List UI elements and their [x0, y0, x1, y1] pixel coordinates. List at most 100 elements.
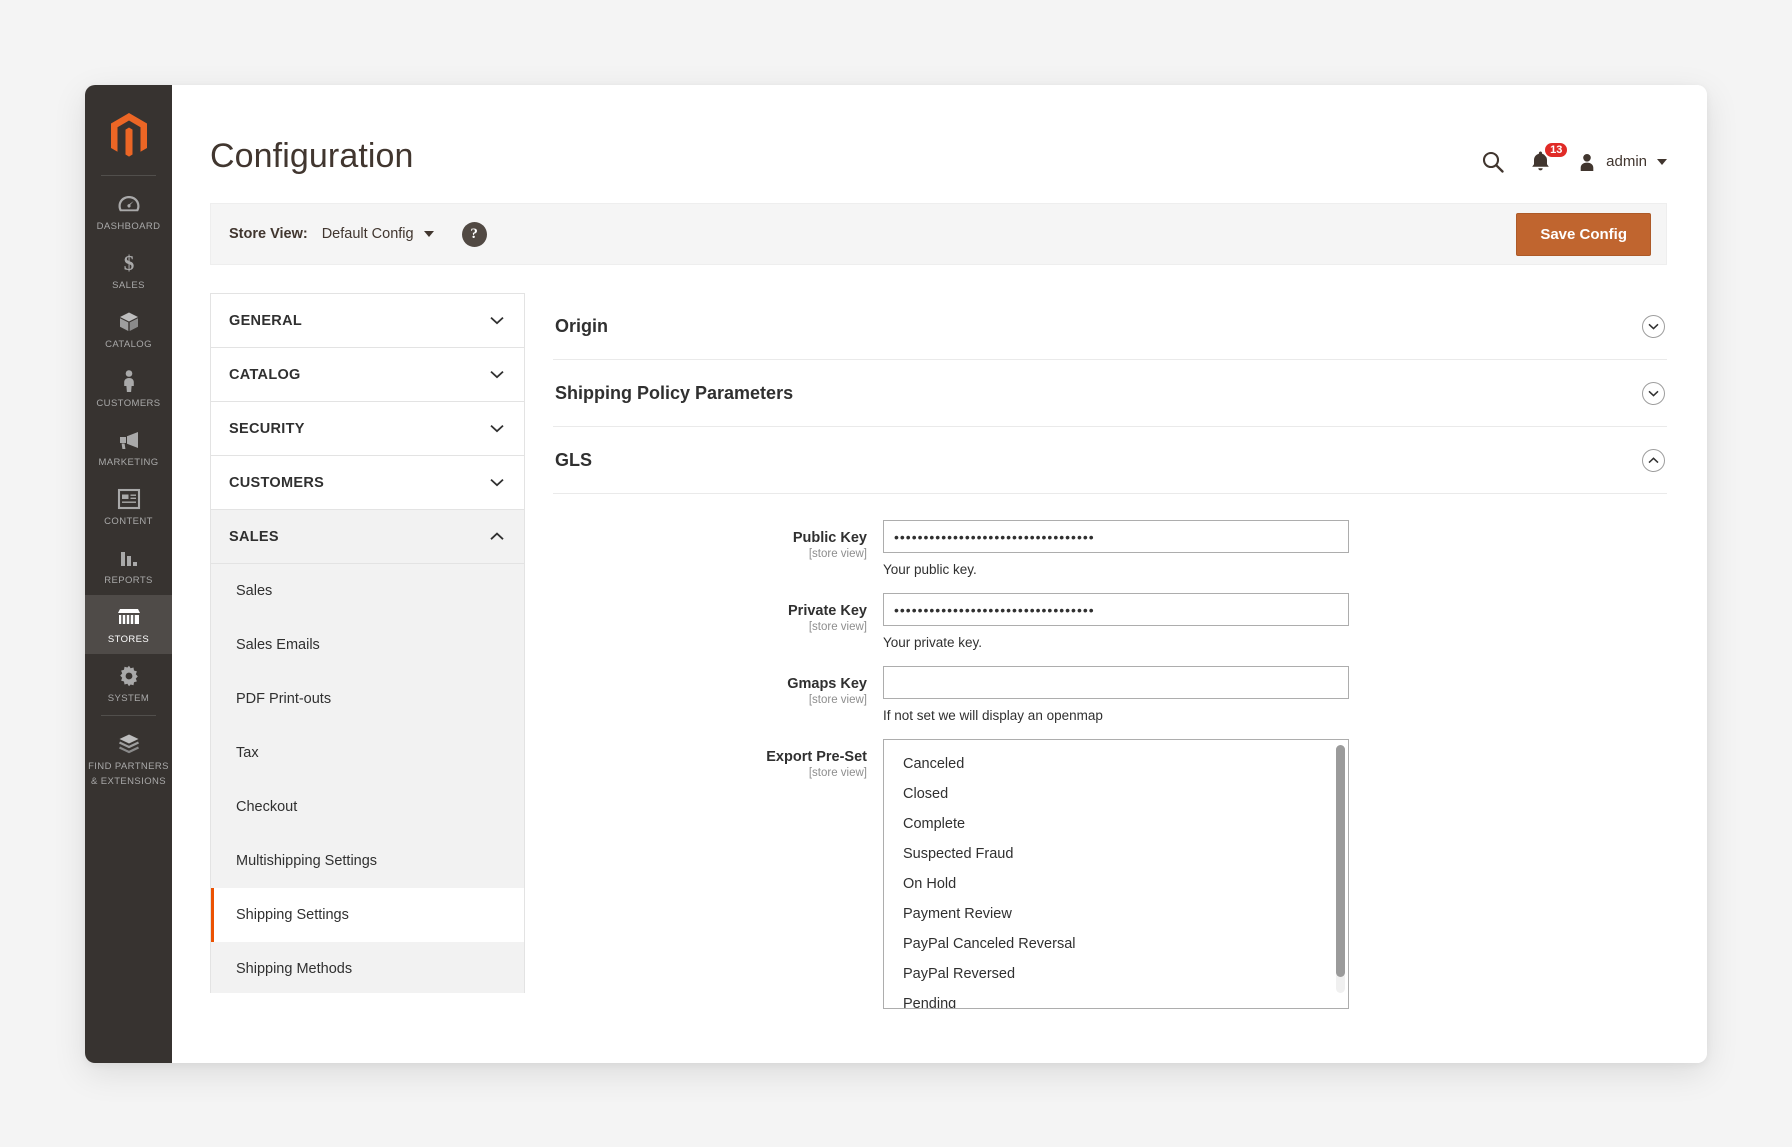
section-shipping-policy-parameters[interactable]: Shipping Policy Parameters	[553, 360, 1667, 427]
accordion-label: SALES	[229, 528, 279, 545]
field-label-text: Export Pre-Set	[766, 749, 867, 765]
section-gls[interactable]: GLS	[553, 427, 1667, 494]
field-note: Your public key.	[883, 562, 977, 577]
sidebar-item-shipping-methods[interactable]: Shipping Methods	[211, 942, 524, 993]
save-config-button[interactable]: Save Config	[1516, 212, 1651, 256]
settings-panel: Origin Shipping Policy Parameters GLS Pu…	[553, 293, 1707, 1009]
sidebar-item-system[interactable]: SYSTEM	[85, 654, 172, 713]
magento-logo-icon	[110, 113, 147, 157]
sidebar-item-reports[interactable]: REPORTS	[85, 536, 172, 595]
list-item[interactable]: Pending	[884, 989, 1348, 1008]
nav-divider-bottom	[101, 715, 156, 716]
gmaps-key-input[interactable]	[883, 666, 1349, 699]
sidebar-item-customers[interactable]: CUSTOMERS	[85, 359, 172, 418]
sidebar-item-label: STORES	[107, 634, 150, 645]
layout-icon	[116, 486, 142, 512]
list-item[interactable]: Suspected Fraud	[884, 839, 1348, 869]
field-label: Public Key [store view]	[553, 520, 883, 579]
sidebar-item-label: DASHBOARD	[96, 221, 161, 232]
sidebar-item-content[interactable]: CONTENT	[85, 477, 172, 536]
help-icon[interactable]: ?	[461, 221, 487, 247]
chevron-down-icon	[1657, 158, 1667, 165]
gear-icon	[116, 663, 142, 689]
nav-divider-top	[101, 175, 156, 176]
magento-logo[interactable]	[85, 99, 172, 173]
field-scope-text: [store view]	[808, 548, 867, 560]
notifications-bell[interactable]: 13	[1530, 141, 1570, 173]
user-menu[interactable]: admin	[1577, 152, 1667, 172]
private-key-input[interactable]	[883, 593, 1349, 626]
accordion-label: SECURITY	[229, 420, 305, 437]
bar-chart-icon	[116, 545, 142, 571]
section-title: GLS	[555, 450, 593, 470]
list-item[interactable]: Closed	[884, 779, 1348, 809]
person-icon	[116, 368, 142, 394]
field-label: Gmaps Key [store view]	[553, 666, 883, 725]
sidebar-item-multishipping-settings[interactable]: Multishipping Settings	[211, 834, 524, 888]
header-actions: 13 admin	[1482, 140, 1667, 173]
admin-window: DASHBOARD $ SALES CATALOG CUSTOMERS MARK…	[85, 85, 1707, 1063]
field-public-key: Public Key [store view] Your public key.	[553, 520, 1667, 579]
list-item[interactable]: Canceled	[884, 749, 1348, 779]
list-item[interactable]: Payment Review	[884, 899, 1348, 929]
accordion-section-security[interactable]: SECURITY	[211, 402, 524, 456]
chevron-up-icon	[490, 532, 504, 540]
sidebar-item-dashboard[interactable]: DASHBOARD	[85, 182, 172, 241]
dollar-icon: $	[116, 250, 142, 276]
avatar-icon	[1580, 153, 1594, 171]
store-view-label: Store View:	[229, 226, 308, 242]
chevron-up-circle-icon[interactable]	[1642, 449, 1665, 472]
config-content: GENERAL CATALOG SECURITY CUSTOMERS SALES	[210, 293, 1707, 1009]
sidebar-item-tax[interactable]: Tax	[211, 726, 524, 780]
page-title: Configuration	[210, 137, 414, 175]
store-view-select[interactable]: Default Config	[322, 226, 434, 242]
sidebar-item-sales[interactable]: $ SALES	[85, 241, 172, 300]
sidebar-item-shipping-settings[interactable]: Shipping Settings	[211, 888, 524, 942]
list-item[interactable]: On Hold	[884, 869, 1348, 899]
export-pre-set-multiselect[interactable]: Canceled Closed Complete Suspected Fraud…	[883, 739, 1349, 1009]
list-item[interactable]: PayPal Reversed	[884, 959, 1348, 989]
list-item[interactable]: Complete	[884, 809, 1348, 839]
section-title: Origin	[555, 316, 608, 336]
sidebar-item-pdf-print-outs[interactable]: PDF Print-outs	[211, 672, 524, 726]
field-note: If not set we will display an openmap	[883, 708, 1103, 723]
chevron-down-circle-icon[interactable]	[1642, 315, 1665, 338]
sidebar-item-find-partners-extensions[interactable]: FIND PARTNERS & EXTENSIONS	[85, 722, 172, 796]
field-export-pre-set: Export Pre-Set [store view] Canceled Clo…	[553, 739, 1667, 1009]
sidebar-item-sales[interactable]: Sales	[211, 564, 524, 618]
accordion-section-general[interactable]: GENERAL	[211, 294, 524, 348]
sidebar-item-label-line2: & EXTENSIONS	[90, 776, 166, 787]
sidebar-item-checkout[interactable]: Checkout	[211, 780, 524, 834]
sidebar-item-stores[interactable]: STORES	[85, 595, 172, 654]
store-view-bar: Store View: Default Config ? Save Config	[210, 203, 1667, 265]
accordion-label: CATALOG	[229, 366, 301, 383]
search-icon[interactable]	[1482, 151, 1504, 173]
field-control: Your public key.	[883, 520, 1349, 579]
field-gmaps-key: Gmaps Key [store view] If not set we wil…	[553, 666, 1667, 725]
list-item[interactable]: PayPal Canceled Reversal	[884, 929, 1348, 959]
section-origin[interactable]: Origin	[553, 293, 1667, 360]
field-label-text: Private Key	[788, 603, 867, 619]
public-key-input[interactable]	[883, 520, 1349, 553]
extensions-icon	[116, 731, 142, 757]
accordion-section-customers[interactable]: CUSTOMERS	[211, 456, 524, 510]
chevron-down-icon	[490, 370, 504, 379]
storefront-icon	[116, 604, 142, 630]
field-note: Your private key.	[883, 635, 983, 650]
chevron-down-icon	[423, 231, 434, 237]
field-label-text: Gmaps Key	[787, 676, 867, 692]
chevron-down-circle-icon[interactable]	[1642, 382, 1665, 405]
chevron-down-icon	[490, 316, 504, 325]
gls-fields: Public Key [store view] Your public key.…	[553, 494, 1667, 1009]
field-scope-text: [store view]	[808, 621, 867, 633]
main-content: Configuration 13 admin Store View: Defau…	[172, 85, 1707, 1063]
sidebar-item-sales-emails[interactable]: Sales Emails	[211, 618, 524, 672]
field-label: Private Key [store view]	[553, 593, 883, 652]
admin-sidebar: DASHBOARD $ SALES CATALOG CUSTOMERS MARK…	[85, 85, 172, 1063]
sidebar-item-catalog[interactable]: CATALOG	[85, 300, 172, 359]
accordion-section-catalog[interactable]: CATALOG	[211, 348, 524, 402]
page-header: Configuration 13 admin	[172, 85, 1707, 176]
accordion-section-sales[interactable]: SALES	[211, 510, 524, 564]
sidebar-item-marketing[interactable]: MARKETING	[85, 418, 172, 477]
scrollbar-thumb[interactable]	[1336, 745, 1345, 977]
